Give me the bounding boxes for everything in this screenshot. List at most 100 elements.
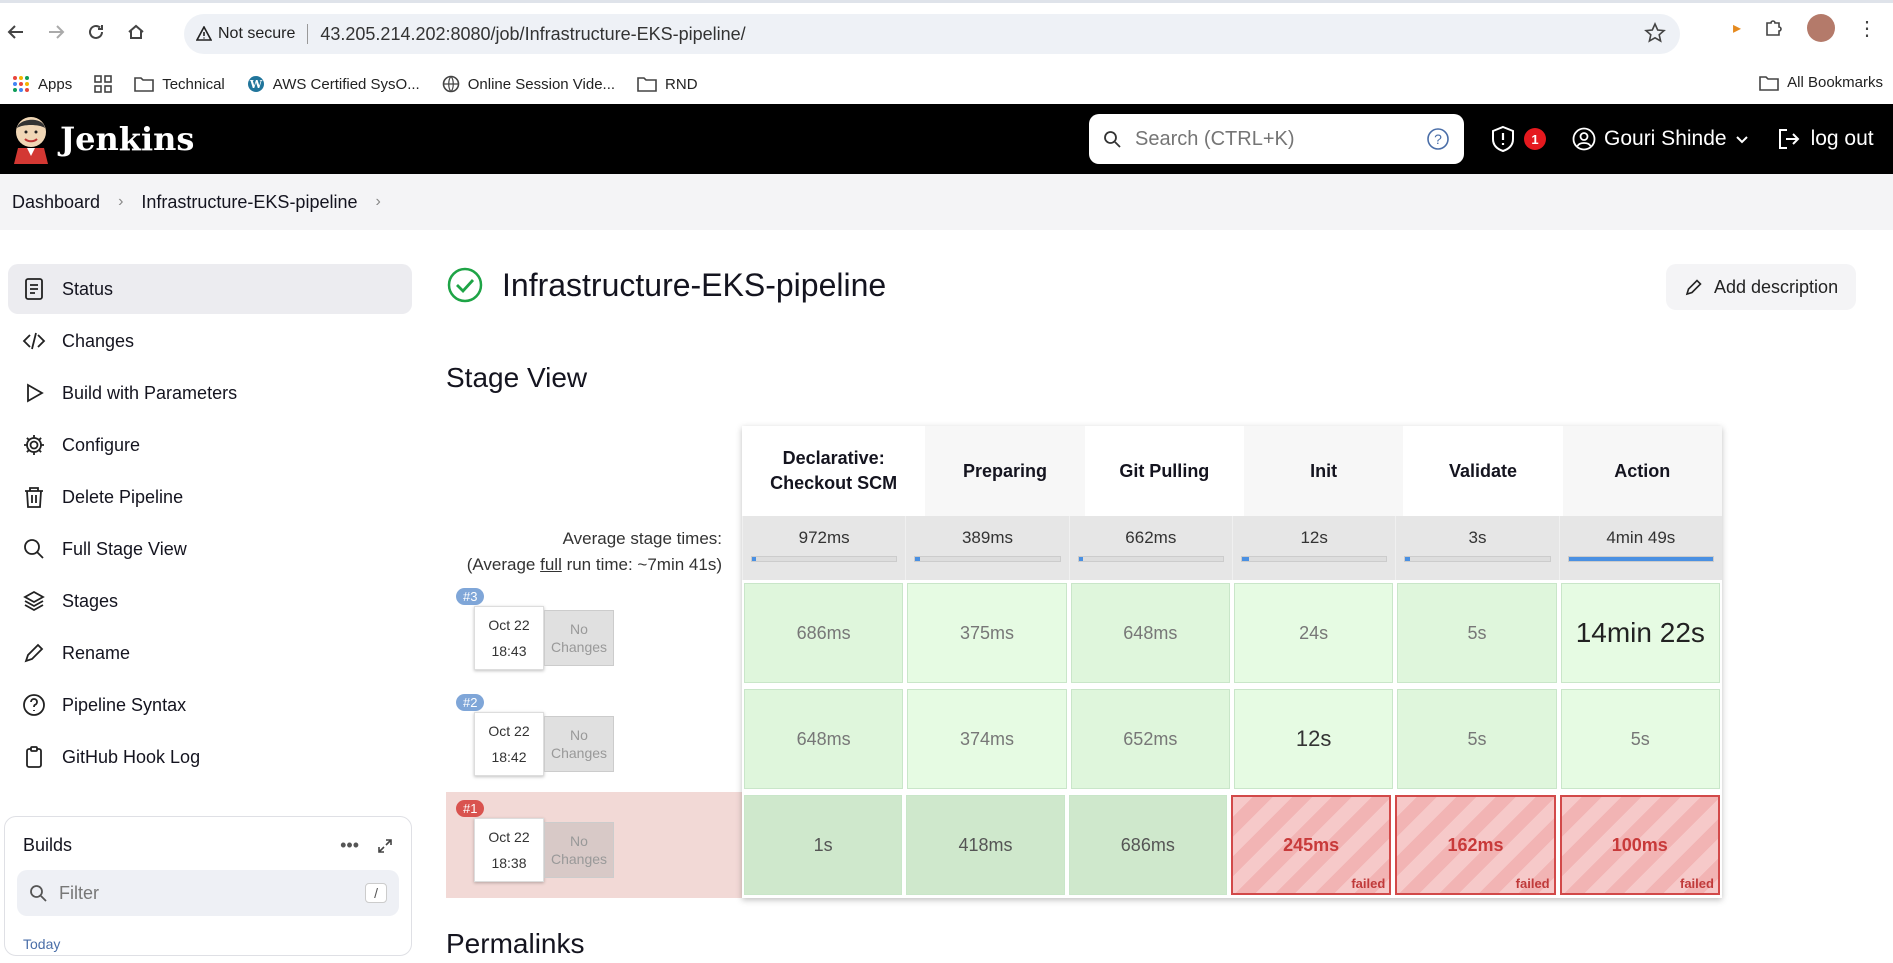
- add-description-label: Add description: [1714, 276, 1839, 297]
- puzzle-icon[interactable]: [1763, 17, 1785, 39]
- user-name: Gouri Shinde: [1604, 127, 1727, 150]
- sidebar-item-rename[interactable]: Rename: [8, 628, 412, 678]
- main-area: Status Changes Build with Parameters Con…: [0, 230, 1893, 959]
- stage-average-time: 389ms: [961, 528, 1013, 547]
- help-icon[interactable]: ?: [1426, 127, 1450, 151]
- stage-cell[interactable]: 14min 22s: [1560, 583, 1720, 683]
- all-bookmarks[interactable]: All Bookmarks: [1759, 74, 1883, 91]
- chevron-right-icon[interactable]: ›: [376, 193, 381, 211]
- build-date: Oct 22 18:42: [474, 712, 544, 776]
- forward-icon[interactable]: [36, 12, 76, 52]
- bookmark-technical[interactable]: Technical: [134, 76, 225, 93]
- stage-cell[interactable]: 375ms: [907, 583, 1067, 683]
- stage-cell[interactable]: 5s: [1397, 583, 1557, 683]
- bookmark-label: Online Session Vide...: [467, 75, 616, 93]
- gear-icon: [24, 435, 44, 455]
- stage-cell[interactable]: 648ms: [1070, 583, 1230, 683]
- stage-cell[interactable]: 374ms: [907, 689, 1067, 789]
- stage-duration: 162ms: [1447, 834, 1504, 855]
- search-input[interactable]: [1135, 127, 1412, 151]
- logout-label: log out: [1810, 127, 1874, 150]
- user-menu[interactable]: Gouri Shinde: [1572, 127, 1749, 151]
- full-run-link[interactable]: full: [540, 555, 562, 574]
- reload-icon[interactable]: [76, 12, 116, 52]
- build-number-badge[interactable]: #3: [456, 588, 485, 605]
- sidebar-item-build-with-parameters[interactable]: Build with Parameters: [8, 368, 412, 418]
- sidebar-item-pipeline-syntax[interactable]: Pipeline Syntax: [8, 680, 412, 730]
- security-count-badge: 1: [1524, 128, 1546, 150]
- bookmark-apps[interactable]: Apps: [12, 75, 72, 93]
- stage-cell[interactable]: 100ms failed: [1559, 795, 1720, 895]
- stage-cell[interactable]: 418ms: [906, 795, 1065, 895]
- home-icon[interactable]: [116, 12, 156, 52]
- build-row: 1s 418ms 686ms 245ms failed 162ms failed 100ms f…: [742, 792, 1722, 898]
- sidebar-item-status[interactable]: Status: [8, 264, 412, 314]
- stage-cell[interactable]: 686ms: [744, 583, 904, 683]
- sidebar-item-github-hook-log[interactable]: GitHub Hook Log: [8, 732, 412, 782]
- apps-grid-icon: [13, 76, 29, 92]
- sidebar-item-label: Stages: [62, 590, 119, 611]
- security-alerts[interactable]: 1: [1490, 125, 1546, 153]
- stage-cell[interactable]: 162ms failed: [1395, 795, 1556, 895]
- tab-strip: [0, 0, 1893, 3]
- breadcrumb-job[interactable]: Infrastructure-EKS-pipeline: [141, 192, 357, 213]
- stage-average-time: 4min 49s: [1606, 528, 1676, 547]
- stage-cell[interactable]: 1s: [744, 795, 903, 895]
- add-description-button[interactable]: Add description: [1666, 264, 1857, 310]
- build-row: 686ms 375ms 648ms 24s 5s 14min 22s: [742, 580, 1722, 686]
- build-date: Oct 22 18:38: [474, 818, 544, 882]
- profile-avatar[interactable]: [1807, 14, 1835, 42]
- build-info: #2 Oct 22 18:42 No Changes: [446, 686, 742, 792]
- stage-cell[interactable]: 686ms: [1068, 795, 1227, 895]
- build-date-day: Oct 22: [488, 617, 530, 633]
- builds-panel: Builds ••• Filter / Today: [4, 816, 412, 956]
- stage-average: 389ms: [905, 516, 1068, 580]
- failed-tag: failed: [1680, 876, 1714, 891]
- url-text[interactable]: 43.205.214.202:8080/job/Infrastructure-E…: [320, 24, 745, 45]
- bookmark-rnd[interactable]: RND: [637, 76, 698, 93]
- stage-average-bar: [914, 556, 1061, 562]
- sidebar-item-stages[interactable]: Stages: [8, 576, 412, 626]
- stage-duration: 652ms: [1123, 728, 1178, 749]
- extension-icon[interactable]: ▸: [1733, 18, 1741, 38]
- build-number-badge[interactable]: #1: [456, 800, 485, 817]
- sidebar-item-full-stage-view[interactable]: Full Stage View: [8, 524, 412, 574]
- stage-cell[interactable]: 24s: [1233, 583, 1394, 683]
- status-icon: [25, 278, 43, 300]
- stage-average-time: 662ms: [1125, 528, 1177, 547]
- stage-average-time: 972ms: [798, 528, 850, 547]
- stage-cell[interactable]: 12s: [1233, 689, 1394, 789]
- back-icon[interactable]: [0, 12, 36, 52]
- address-bar[interactable]: Not secure 43.205.214.202:8080/job/Infra…: [184, 14, 1680, 54]
- builds-filter[interactable]: Filter /: [17, 870, 399, 916]
- bookmark-online-session[interactable]: Online Session Vide...: [442, 75, 615, 93]
- more-dots-icon[interactable]: •••: [340, 835, 359, 856]
- bookmark-star-icon[interactable]: [1644, 22, 1666, 49]
- menu-dots-icon[interactable]: ⋮: [1857, 16, 1877, 41]
- sidebar-item-delete-pipeline[interactable]: Delete Pipeline: [8, 472, 412, 522]
- pencil-icon: [1685, 279, 1702, 296]
- sidebar-item-changes[interactable]: Changes: [8, 316, 412, 366]
- bookmark-aws[interactable]: W AWS Certified SysO...: [247, 75, 420, 93]
- avg-label-suffix: run time: ~7min 41s): [561, 555, 722, 574]
- all-bookmarks-label: All Bookmarks: [1787, 74, 1883, 91]
- no-changes-box: No Changes: [544, 822, 614, 878]
- search-box[interactable]: ?: [1089, 114, 1464, 164]
- expand-icon[interactable]: [377, 838, 393, 854]
- stage-cell[interactable]: 5s: [1560, 689, 1720, 789]
- not-secure-chip[interactable]: Not secure: [196, 25, 295, 43]
- bookmark-grid[interactable]: [94, 75, 113, 93]
- stage-average-bar-fill: [752, 557, 757, 561]
- breadcrumb-dashboard[interactable]: Dashboard: [12, 192, 100, 213]
- stage-cell[interactable]: 652ms: [1070, 689, 1230, 789]
- stage-average-bar: [1567, 556, 1714, 562]
- filter-placeholder: Filter: [59, 882, 99, 903]
- build-number-badge[interactable]: #2: [456, 694, 485, 711]
- jenkins-logo[interactable]: Jenkins: [12, 114, 194, 164]
- sidebar-item-configure[interactable]: Configure: [8, 420, 412, 470]
- logout-link[interactable]: log out: [1777, 127, 1874, 151]
- stage-cell[interactable]: 245ms failed: [1230, 795, 1392, 895]
- stage-cell[interactable]: 5s: [1397, 689, 1557, 789]
- sidebar: Status Changes Build with Parameters Con…: [8, 264, 412, 784]
- stage-cell[interactable]: 648ms: [744, 689, 904, 789]
